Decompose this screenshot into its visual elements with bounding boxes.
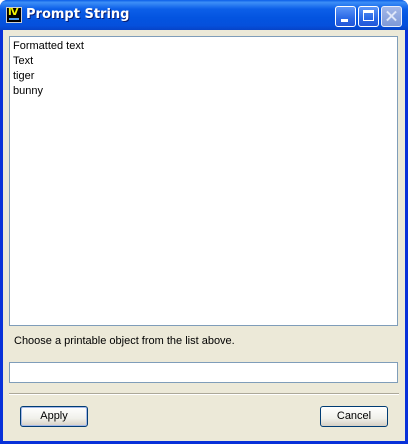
- cancel-button[interactable]: Cancel: [320, 406, 388, 427]
- minimize-button[interactable]: [335, 6, 356, 27]
- separator: [9, 393, 399, 395]
- title-bar[interactable]: IV Prompt String: [0, 0, 408, 30]
- instruction-text: Choose a printable object from the list …: [14, 335, 235, 347]
- maximize-icon: [363, 10, 374, 21]
- maximize-button[interactable]: [358, 6, 379, 27]
- printable-object-list[interactable]: Formatted text Text tiger bunny: [9, 36, 398, 326]
- dialog-body: Formatted text Text tiger bunny Choose a…: [3, 30, 405, 441]
- minimize-icon: [341, 19, 348, 22]
- list-item[interactable]: tiger: [13, 69, 394, 84]
- list-item[interactable]: Text: [13, 54, 394, 69]
- apply-button[interactable]: Apply: [20, 406, 88, 427]
- window-title: Prompt String: [26, 7, 130, 22]
- app-icon: IV: [6, 7, 22, 23]
- list-item[interactable]: bunny: [13, 84, 394, 99]
- close-icon: [382, 7, 401, 26]
- list-item[interactable]: Formatted text: [13, 39, 394, 54]
- close-button[interactable]: [381, 6, 402, 27]
- dialog-window: IV Prompt String Formatted text Text tig…: [0, 0, 408, 444]
- string-input[interactable]: [9, 362, 398, 383]
